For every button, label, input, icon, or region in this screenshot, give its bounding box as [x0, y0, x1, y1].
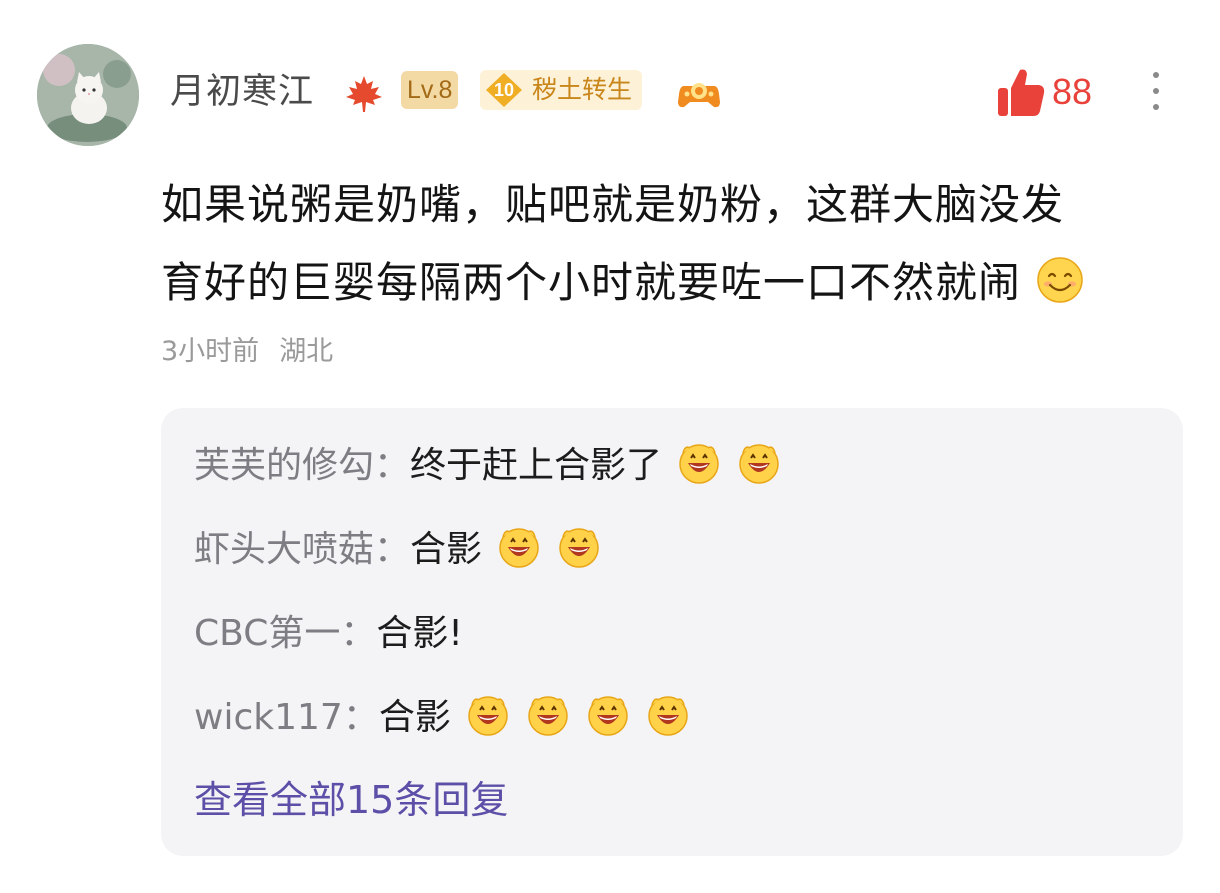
comment-line: 育好的巨婴每隔两个小时就要咗一口不然就闹	[161, 244, 1201, 322]
more-vertical-icon[interactable]	[1144, 68, 1168, 114]
smile-emoji-icon	[1037, 257, 1083, 303]
cat-avatar-icon	[37, 44, 139, 146]
comment-line: 如果说粥是奶嘴，贴吧就是奶粉，这群大脑没发	[161, 180, 1065, 229]
user-avatar[interactable]	[37, 44, 139, 146]
title-badge-number: 10	[493, 80, 515, 100]
reply-separator: ：	[342, 697, 379, 738]
grinning-emoji-icon	[676, 439, 722, 485]
grinning-emoji-icon	[585, 691, 631, 737]
level-badge: Lv.8	[401, 71, 459, 109]
grinning-emoji-icon	[525, 691, 571, 737]
username[interactable]: 月初寒江	[170, 68, 314, 116]
grinning-emoji-icon	[556, 523, 602, 569]
reply-separator: ：	[374, 529, 411, 570]
game-controller-icon[interactable]	[676, 72, 722, 112]
reply-text: 终于赶上合影了	[410, 445, 663, 486]
reply-text: 合影	[410, 529, 483, 570]
reply-user[interactable]: CBC第一	[194, 613, 340, 654]
title-badge: 10 秽土转生	[480, 70, 643, 110]
title-badge-label: 秽土转生	[532, 75, 633, 104]
comment-time: 3小时前	[161, 336, 260, 367]
reply-item[interactable]: 虾头大喷菇：合影	[194, 522, 602, 578]
replies-panel[interactable]: 芙芙的修勾：终于赶上合影了 虾头大喷菇：合影 CBC第一：合影! wick117…	[161, 408, 1183, 856]
reply-text: 合影	[378, 697, 451, 738]
comment-line-text: 育好的巨婴每隔两个小时就要咗一口不然就闹	[161, 258, 1022, 307]
thumbs-up-icon	[998, 69, 1045, 116]
grinning-emoji-icon	[496, 523, 542, 569]
reply-item[interactable]: wick117：合影	[194, 690, 691, 746]
comment-content: 如果说粥是奶嘴，贴吧就是奶粉，这群大脑没发 育好的巨婴每隔两个小时就要咗一口不然…	[161, 166, 1201, 322]
reply-separator: ：	[340, 613, 377, 654]
grinning-emoji-icon	[645, 691, 691, 737]
diamond-badge-icon: 10	[484, 72, 524, 108]
reply-user[interactable]: 虾头大喷菇	[194, 529, 374, 570]
like-count: 88	[1052, 71, 1093, 112]
view-all-replies-link[interactable]: 查看全部15条回复	[194, 772, 508, 828]
reply-item[interactable]: CBC第一：合影!	[194, 606, 463, 662]
grinning-emoji-icon	[736, 439, 782, 485]
grinning-emoji-icon	[465, 691, 511, 737]
reply-user[interactable]: 芙芙的修勾	[194, 445, 374, 486]
comment-location: 湖北	[279, 336, 334, 367]
reply-separator: ：	[374, 445, 411, 486]
reply-item[interactable]: 芙芙的修勾：终于赶上合影了	[194, 438, 782, 494]
reply-text: 合影!	[376, 613, 463, 654]
reply-user[interactable]: wick117	[194, 697, 343, 738]
maple-leaf-icon	[346, 76, 382, 112]
comment-meta: 3小时前 湖北	[161, 332, 333, 372]
